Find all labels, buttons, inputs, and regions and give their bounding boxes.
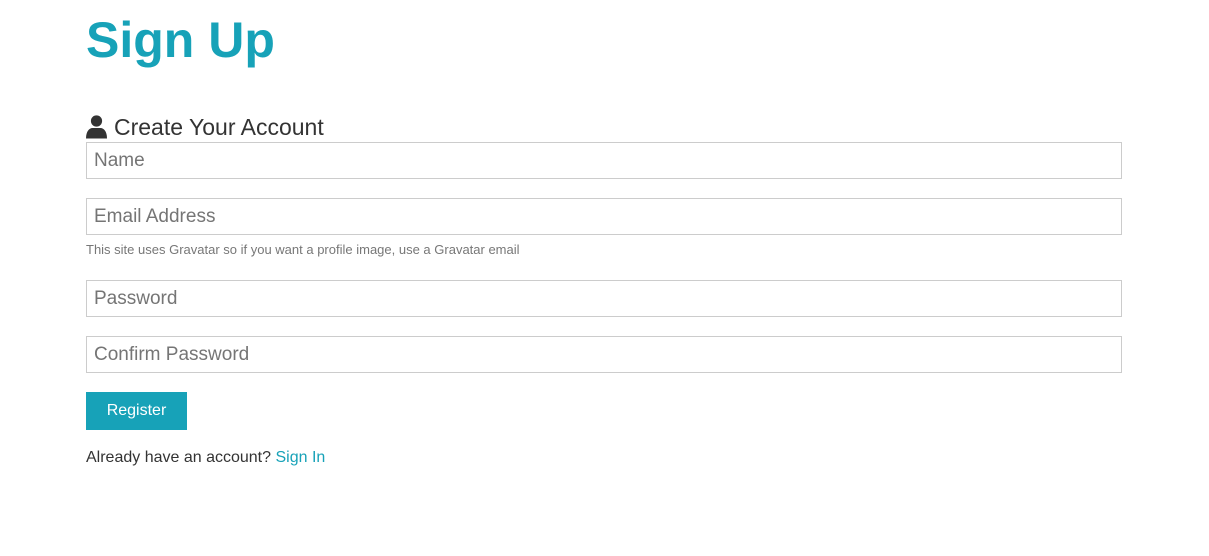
password-input[interactable]: [86, 280, 1122, 317]
lead-heading: Create Your Account: [86, 111, 324, 143]
user-icon: [86, 115, 107, 139]
confirm-password-input[interactable]: [86, 336, 1122, 373]
lead-text: Create Your Account: [114, 113, 324, 140]
email-input[interactable]: [86, 198, 1122, 235]
signin-prompt: Already have an account? Sign In: [86, 449, 325, 467]
email-help-text: This site uses Gravatar so if you want a…: [86, 242, 520, 257]
page-title: Sign Up: [86, 12, 275, 68]
name-input[interactable]: [86, 142, 1122, 179]
signin-link[interactable]: Sign In: [275, 449, 325, 466]
register-button[interactable]: Register: [86, 392, 187, 430]
signin-prompt-text: Already have an account?: [86, 449, 272, 466]
